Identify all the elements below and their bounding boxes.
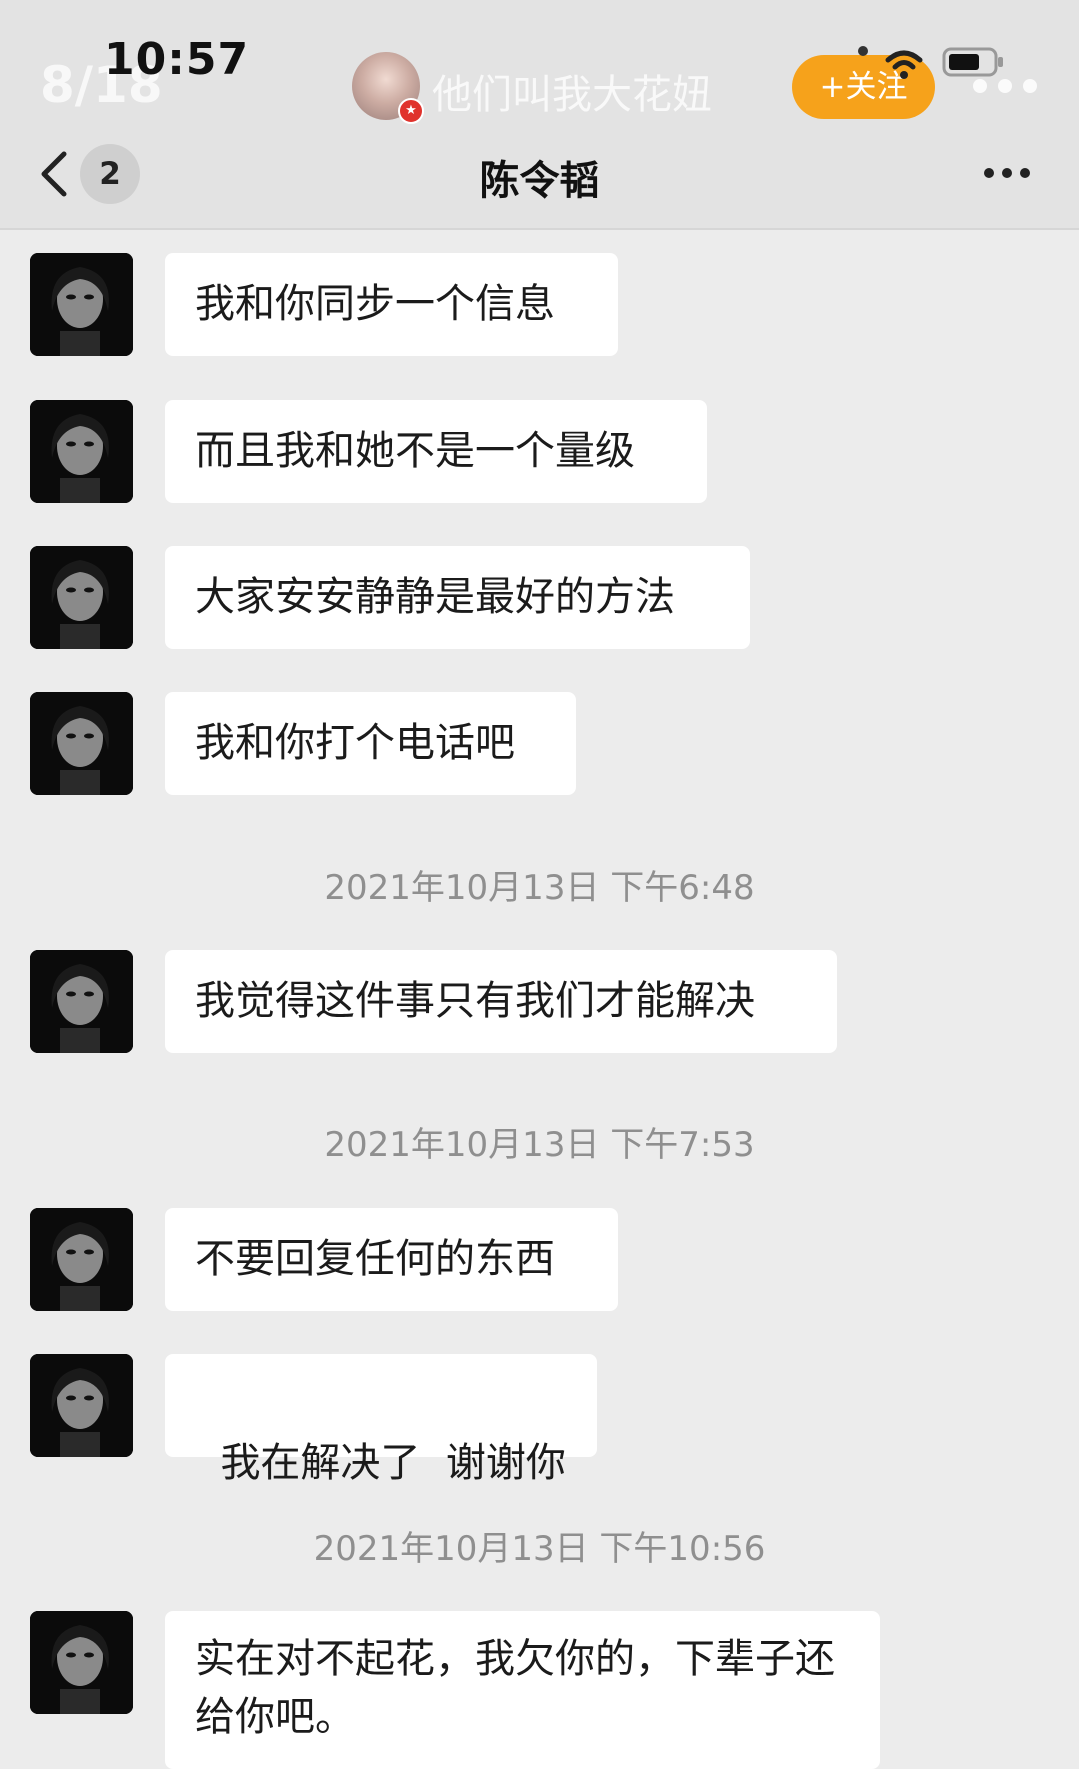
- message-bubble[interactable]: 不要回复任何的东西: [165, 1208, 618, 1311]
- sender-avatar[interactable]: [30, 546, 133, 649]
- message-bubble[interactable]: 我和你打个电话吧: [165, 692, 576, 795]
- message-text: 我和你同步一个信息: [195, 281, 555, 327]
- message-bubble[interactable]: 我和你同步一个信息: [165, 253, 618, 356]
- message-bubble[interactable]: 我觉得这件事只有我们才能解决: [165, 950, 837, 1053]
- message-timestamp: 2021年10月13日 下午6:48: [324, 868, 755, 908]
- message-text: 不要回复任何的东西: [195, 1236, 555, 1282]
- sender-avatar[interactable]: [30, 1354, 133, 1457]
- chat-title: 陈令韬: [479, 158, 600, 204]
- signal-icon: [858, 46, 868, 56]
- wifi-icon: [885, 50, 923, 79]
- sender-avatar[interactable]: [30, 253, 133, 356]
- message-text: 我觉得这件事只有我们才能解决: [195, 978, 755, 1024]
- message-timestamp: 2021年10月13日 下午10:56: [313, 1529, 766, 1569]
- message-bubble[interactable]: 大家安安静静是最好的方法: [165, 546, 750, 649]
- message-bubble[interactable]: 我在解决了 谢谢你: [165, 1354, 597, 1486]
- message-timestamp: 2021年10月13日 下午7:53: [324, 1125, 755, 1165]
- sender-avatar[interactable]: [30, 1611, 133, 1714]
- message-bubble[interactable]: 实在对不起花，我欠你的，下辈子还给你吧。: [165, 1611, 880, 1769]
- poster-name[interactable]: 他们叫我大花妞: [432, 62, 712, 120]
- verified-badge-icon: ★: [398, 98, 424, 124]
- battery-icon: [942, 47, 1003, 77]
- more-menu-icon[interactable]: [982, 166, 1032, 180]
- message-text: 我在解决了 谢谢你: [220, 1440, 566, 1486]
- sender-avatar[interactable]: [30, 1208, 133, 1311]
- message-text: 我和你打个电话吧: [195, 720, 515, 766]
- status-time: 10:57: [104, 34, 250, 85]
- sender-avatar[interactable]: [30, 692, 133, 795]
- message-text: 大家安安静静是最好的方法: [195, 574, 675, 620]
- chat-header: 8/18 10:57 ★ 他们叫我大花妞 +关注 2 陈令韬: [0, 0, 1079, 230]
- sender-avatar[interactable]: [30, 400, 133, 503]
- message-bubble[interactable]: 而且我和她不是一个量级: [165, 400, 707, 503]
- overlay-more-icon[interactable]: [970, 76, 1040, 96]
- message-text: 而且我和她不是一个量级: [195, 428, 635, 474]
- sender-avatar[interactable]: [30, 950, 133, 1053]
- message-text: 实在对不起花，我欠你的，下辈子还给你吧。: [195, 1636, 835, 1740]
